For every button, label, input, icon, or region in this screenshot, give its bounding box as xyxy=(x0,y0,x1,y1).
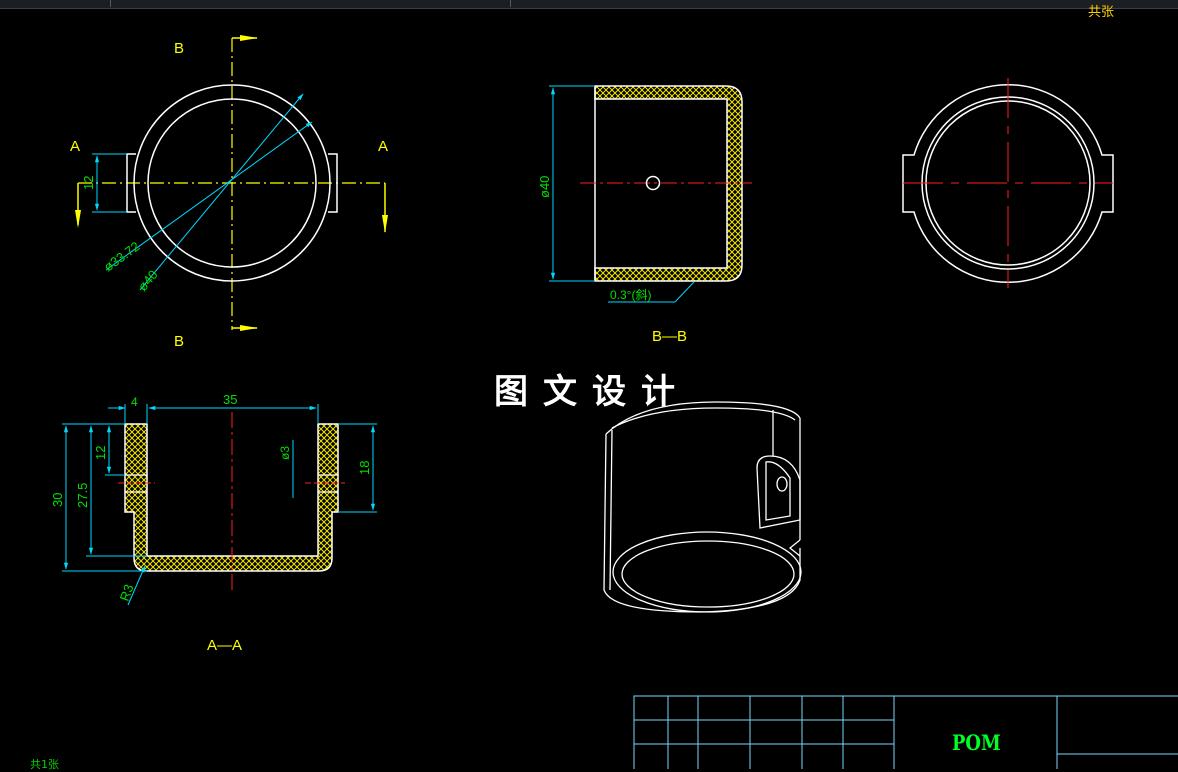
label-a-right: A xyxy=(378,138,388,155)
sheet-total-label: 共1张 xyxy=(30,758,59,771)
dim-aa-total-height: 30 xyxy=(50,493,65,507)
iso-left-edge-2 xyxy=(609,429,613,591)
isometric-view xyxy=(603,401,802,613)
dim-aa-width: 35 xyxy=(223,392,237,407)
arrowhead xyxy=(75,210,81,228)
dim-aa-fillet: R3 xyxy=(117,582,137,603)
label-section-aa: A—A xyxy=(207,637,242,654)
dim-outer-dia: ø40 xyxy=(135,267,161,294)
dim-tab-width: 12 xyxy=(81,176,96,190)
section-aa-view: 4 35 30 27.5 12 ø3 18 R3 A—A xyxy=(50,392,377,654)
dim-inner-dia: ø33.72 xyxy=(101,238,143,274)
dim-bb-height: ø40 xyxy=(537,176,552,198)
arrowhead xyxy=(240,35,258,41)
dim-bb-finish: 0.3°(斜) xyxy=(610,288,651,302)
dim-aa-hole: ø3 xyxy=(278,446,292,460)
sheet-count-label: 共张 xyxy=(1088,5,1115,20)
label-a-left: A xyxy=(70,138,80,155)
iso-tab-inner xyxy=(765,461,791,521)
label-b-bottom: B xyxy=(174,333,184,350)
title-block-border xyxy=(633,695,1178,769)
arrowhead xyxy=(382,215,388,233)
bottom-view xyxy=(902,78,1114,288)
label-b-top: B xyxy=(174,40,184,57)
top-view: 12 ø33.72 ø40 B B A A xyxy=(70,35,388,350)
label-section-bb: B—B xyxy=(652,328,687,345)
dim-aa-wall: 4 xyxy=(131,395,138,409)
dim-line-outer-dia xyxy=(139,93,304,291)
iso-bottom-ring-inner xyxy=(621,540,795,608)
iso-tab xyxy=(756,455,801,529)
material-label: POM xyxy=(952,730,1001,755)
watermark-title: 图文设计 xyxy=(494,372,690,412)
section-bb-view: ø40 0.3°(斜) B—B xyxy=(537,85,752,345)
iso-bottom-ring-outer xyxy=(612,531,802,613)
arrowhead xyxy=(240,325,258,331)
title-block xyxy=(633,695,1178,769)
dim-aa-top-step: 12 xyxy=(93,446,108,460)
dim-aa-inner-height: 27.5 xyxy=(75,483,90,508)
iso-tab-hole xyxy=(776,476,788,492)
dim-aa-right-step: 18 xyxy=(357,461,372,475)
iso-left-edge xyxy=(603,433,607,591)
